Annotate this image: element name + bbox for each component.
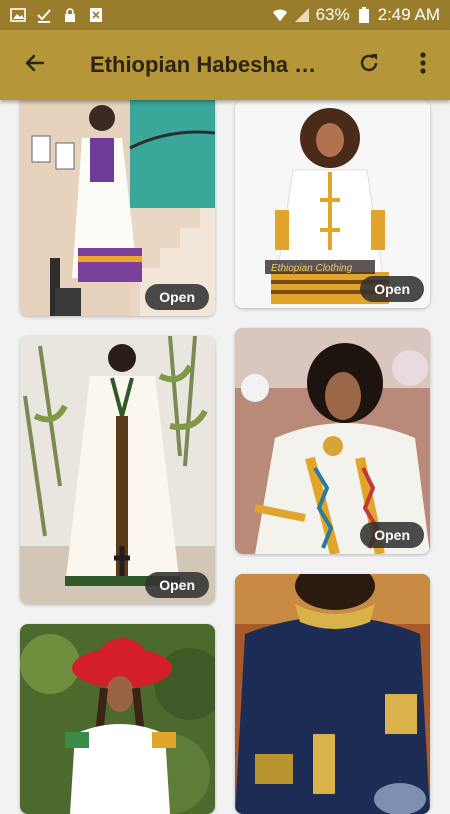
dress-photo bbox=[20, 88, 215, 316]
open-button[interactable]: Open bbox=[360, 522, 424, 548]
open-button[interactable]: Open bbox=[145, 572, 209, 598]
open-button[interactable]: Open bbox=[145, 284, 209, 310]
image-card[interactable]: Open bbox=[20, 336, 215, 604]
dress-photo bbox=[235, 328, 430, 554]
status-bar: 63% 2:49 AM bbox=[0, 0, 450, 30]
image-card[interactable] bbox=[20, 624, 215, 814]
refresh-icon bbox=[357, 51, 381, 80]
wifi-icon bbox=[272, 7, 288, 23]
app-bar: Ethiopian Habesha Dress bbox=[0, 30, 450, 100]
dress-photo bbox=[20, 624, 215, 814]
dress-photo bbox=[235, 574, 430, 814]
image-card[interactable]: Open bbox=[235, 328, 430, 554]
battery-percent: 63% bbox=[315, 5, 350, 24]
overflow-menu-button[interactable] bbox=[408, 48, 438, 82]
clock: 2:49 AM bbox=[377, 5, 440, 24]
image-card[interactable]: Ethiopian Clothing Open bbox=[235, 100, 430, 308]
image-card[interactable] bbox=[235, 574, 430, 814]
battery-icon bbox=[356, 7, 372, 23]
page-title: Ethiopian Habesha Dress bbox=[90, 52, 325, 77]
gallery-icon bbox=[10, 7, 26, 23]
back-button[interactable] bbox=[8, 30, 62, 100]
more-vert-icon bbox=[419, 51, 427, 80]
download-done-icon bbox=[36, 7, 52, 23]
lock-warning-icon bbox=[62, 7, 78, 23]
arrow-back-icon bbox=[23, 51, 47, 80]
open-button[interactable]: Open bbox=[360, 276, 424, 302]
dress-photo bbox=[20, 336, 215, 604]
file-icon bbox=[88, 7, 104, 23]
signal-icon bbox=[294, 7, 310, 23]
watermark-text: Ethiopian Clothing bbox=[271, 263, 353, 274]
refresh-button[interactable] bbox=[352, 48, 386, 82]
image-card[interactable]: Open bbox=[20, 88, 215, 316]
